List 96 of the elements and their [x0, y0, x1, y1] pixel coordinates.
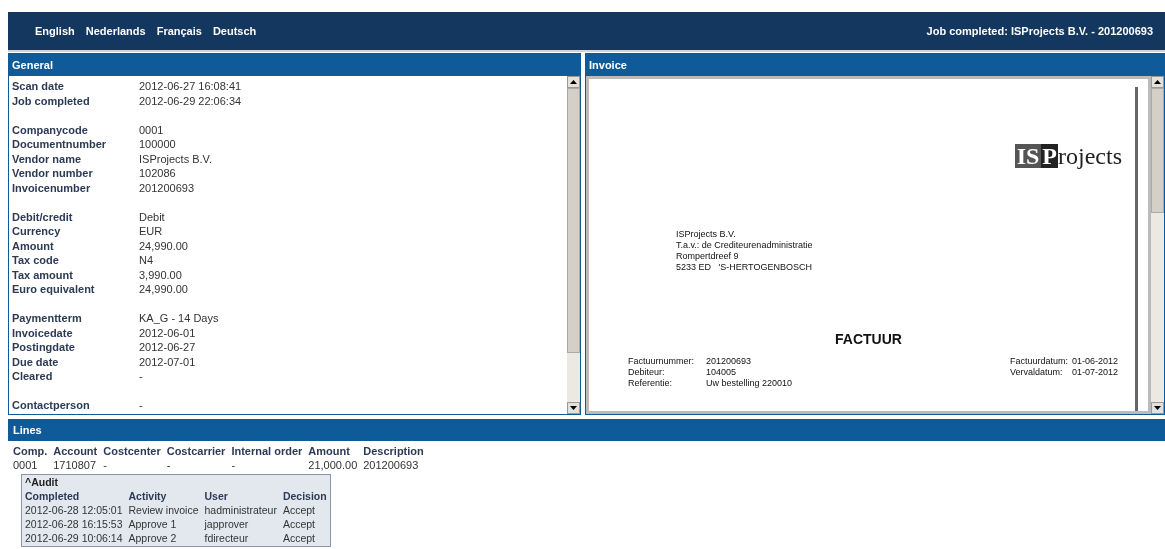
field-label: Vendor name	[12, 151, 83, 166]
scroll-up-icon[interactable]	[570, 80, 577, 84]
field-label: Amount	[12, 238, 55, 253]
language-link[interactable]: Deutsch	[212, 22, 257, 40]
column-header: Decision	[282, 489, 327, 503]
field-label: Companycode	[12, 122, 89, 137]
panel-title: Invoice	[586, 54, 1164, 76]
field-value: N4	[139, 253, 155, 268]
field-label: Postingdate	[12, 340, 76, 355]
table-cell: 21,000.00	[308, 458, 364, 472]
invoice-field-value: Uw bestelling 220010	[706, 378, 793, 389]
field-value: ISProjects B.V.	[139, 151, 213, 166]
table-cell: 2012-06-29 10:06:14	[25, 531, 129, 545]
column-header: Comp.	[13, 444, 54, 458]
scrollbar[interactable]	[567, 76, 580, 414]
field-label: Tax code	[12, 253, 60, 268]
language-link[interactable]: English	[35, 22, 75, 40]
column-header: Completed	[25, 489, 129, 503]
invoice-heading: FACTUUR	[834, 330, 903, 349]
invoice-field-value: 01-07-2012	[1071, 367, 1118, 378]
field-label: Invoicedate	[12, 325, 74, 340]
scroll-down-icon[interactable]	[1154, 406, 1161, 410]
table-cell-text: 201200693	[363, 458, 420, 472]
field-value: 3,990.00	[139, 267, 183, 282]
table-cell: hadministrateur	[204, 503, 283, 517]
field-value: 0001	[139, 122, 165, 137]
invoice-field-value: 104005	[706, 367, 738, 378]
field-value: 24,990.00	[139, 238, 189, 253]
column-header: Internal order	[231, 444, 309, 458]
column-header: User	[204, 489, 283, 503]
field-label: Currency	[12, 224, 62, 239]
table-cell-text: Accept	[282, 503, 316, 517]
panel-title: General	[9, 54, 580, 76]
field-value: 24,990.00	[139, 282, 189, 297]
invoice-field-label: Vervaldatum:	[1009, 367, 1064, 378]
panel-title: Lines	[8, 419, 1165, 441]
table-cell: japprover	[204, 517, 283, 531]
language-link[interactable]: Nederlands	[85, 22, 146, 40]
field-label: Due date	[12, 354, 60, 369]
field-label: Vendor number	[12, 166, 94, 181]
column-header: Account	[53, 444, 104, 458]
field-label: Cleared	[12, 369, 54, 384]
field-value: 102086	[139, 166, 177, 181]
field-value: 2012-06-01	[139, 325, 197, 340]
field-value: 201200693	[139, 180, 196, 195]
column-header: Costcenter	[103, 444, 167, 458]
table-cell: -	[231, 458, 309, 472]
column-header: Costcarrier	[166, 444, 227, 458]
column-header: Amount	[308, 444, 364, 458]
field-label: Tax amount	[12, 267, 74, 282]
field-value: 100000	[139, 137, 177, 152]
table-cell: Approve 2	[128, 531, 205, 545]
table-cell-text: 0001	[13, 458, 39, 472]
table-cell: 2012-06-28 16:15:53	[25, 517, 129, 531]
field-label: Euro equivalent	[12, 282, 96, 297]
field-label: Scan date	[12, 79, 65, 94]
field-value: 2012-07-01	[139, 354, 197, 369]
table-cell-text: 2012-06-28 12:05:01	[25, 503, 124, 517]
field-value: KA_G - 14 Days	[139, 311, 220, 326]
column-header: Activity	[128, 489, 205, 503]
table-cell: Approve 1	[128, 517, 205, 531]
table-cell: fdirecteur	[204, 531, 283, 545]
field-value: 2012-06-27	[139, 340, 197, 355]
address-text: ISProjects B.V. T.a.v.: de Crediteurenadministratie Rompertdreef 9 5233 ED 'S-HERTOGENBOSCH	[676, 229, 813, 273]
field-label: Debit/credit	[12, 209, 74, 224]
invoice-field-value: 201200693	[706, 356, 753, 367]
audit-toggle[interactable]: ^Audit	[25, 475, 327, 489]
invoice-field-value: 01-06-2012	[1071, 356, 1118, 367]
table-cell-text: -	[166, 458, 172, 472]
field-label: Documentnumber	[12, 137, 108, 152]
column-header: Description	[363, 444, 424, 458]
field-label: Invoicenumber	[12, 180, 92, 195]
field-value: -	[139, 369, 144, 384]
field-label: Job completed	[12, 93, 91, 108]
table-cell: 1710807	[53, 458, 104, 472]
field-value: -	[139, 398, 144, 413]
field-value: Debit	[139, 209, 166, 224]
invoice-field-label: Factuurdatum:	[1009, 356, 1069, 367]
page-title: Job completed: ISProjects B.V. - 201200693	[926, 23, 1153, 39]
field-value: EUR	[139, 224, 164, 239]
field-label: Paymentterm	[12, 311, 83, 326]
table-cell-text: Accept	[282, 531, 316, 545]
field-label: Contactperson	[12, 398, 91, 413]
scroll-up-icon[interactable]	[1154, 80, 1161, 84]
table-cell-text: Accept	[282, 517, 316, 531]
company-logo: ISProjects	[1014, 144, 1122, 168]
table-cell: -	[103, 458, 167, 472]
invoice-field-label: Debiteur:	[628, 367, 666, 378]
scrollbar[interactable]	[1151, 76, 1164, 414]
invoice-field-label: Referentie:	[628, 378, 674, 389]
invoice-field-label: Factuurnummer:	[628, 356, 696, 367]
scroll-down-icon[interactable]	[570, 406, 577, 410]
table-cell: Review invoice	[128, 503, 205, 517]
field-value: 2012-06-29 22:06:34	[139, 93, 243, 108]
field-value: 2012-06-27 16:08:41	[139, 79, 243, 94]
language-link[interactable]: Français	[156, 22, 202, 40]
